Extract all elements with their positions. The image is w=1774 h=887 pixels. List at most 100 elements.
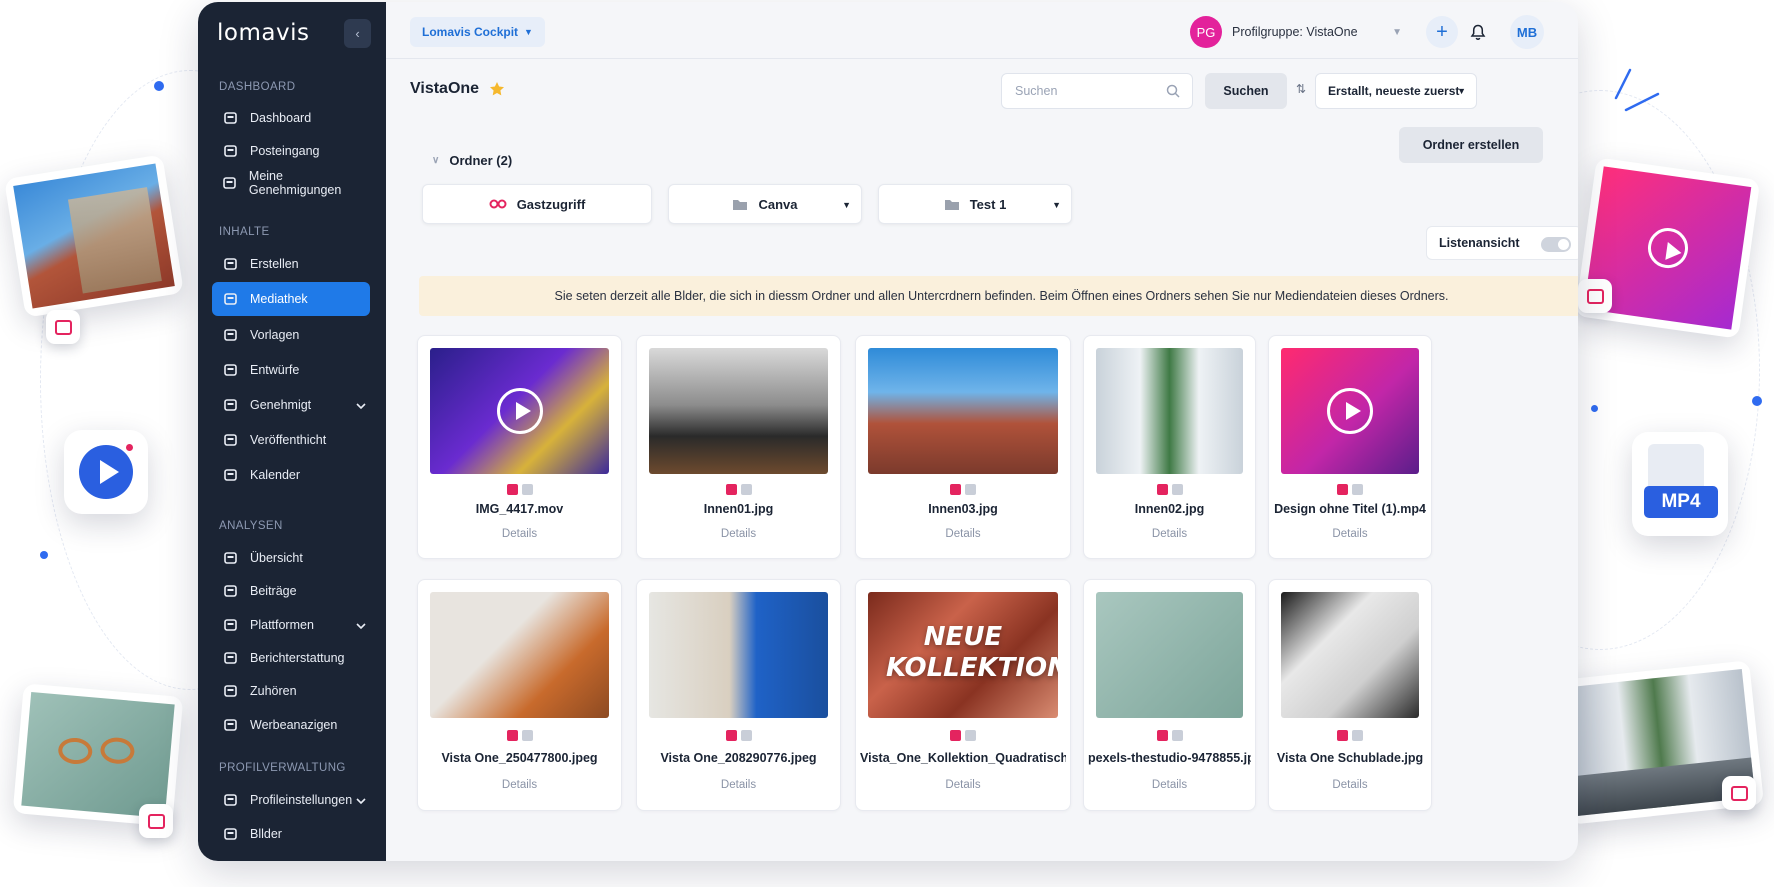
- search-button[interactable]: Suchen: [1205, 73, 1287, 109]
- caret-down-icon[interactable]: ▼: [842, 200, 851, 210]
- media-card[interactable]: Vista One_250477800.jpeg Details: [417, 579, 622, 811]
- play-icon[interactable]: [496, 388, 543, 434]
- image-thumbnail[interactable]: [1281, 592, 1419, 718]
- sidebar-item-meine-genehmigungen[interactable]: Meine Genehmigungen: [212, 166, 370, 200]
- play-icon[interactable]: [1327, 388, 1373, 434]
- sort-icon[interactable]: ⇅: [1296, 82, 1306, 96]
- profile-group-label: Profilgruppe: VistaOne: [1232, 25, 1358, 39]
- sidebar-item-bllder[interactable]: Bllder: [212, 817, 370, 851]
- search-input[interactable]: Suchen: [1001, 73, 1193, 109]
- details-link[interactable]: Details: [637, 779, 840, 791]
- sidebar-item-übersicht[interactable]: Übersicht: [212, 541, 370, 575]
- decorative-lines: [1614, 68, 1660, 112]
- profile-group-selector[interactable]: PG Profilgruppe: VistaOne ▼: [1190, 16, 1408, 48]
- media-card[interactable]: NEUE KOLLEKTION Vista_One_Kollektion_Quad…: [855, 579, 1071, 811]
- details-link[interactable]: Details: [1269, 779, 1431, 791]
- video-thumbnail[interactable]: [430, 348, 609, 474]
- details-link[interactable]: Details: [418, 528, 621, 540]
- details-link[interactable]: Details: [1084, 528, 1255, 540]
- floating-mp4-card: MP4: [1632, 432, 1728, 536]
- section-inhalte: INHALTE: [219, 226, 270, 238]
- sidebar-item-genehmigt[interactable]: Genehmigt: [212, 388, 370, 422]
- sidebar-item-entwürfe[interactable]: Entwürfe: [212, 353, 370, 387]
- details-link[interactable]: Details: [418, 779, 621, 791]
- details-link[interactable]: Details: [1269, 528, 1431, 540]
- media-card[interactable]: Vista One_208290776.jpeg Details: [636, 579, 841, 811]
- sidebar-item-posteingang[interactable]: Posteingang: [212, 134, 370, 168]
- toggle-switch[interactable]: [1541, 237, 1571, 252]
- sidebar-item-label: Bllder: [250, 827, 282, 841]
- media-file-name: Innen01.jpg: [703, 502, 774, 516]
- collapse-sidebar-button[interactable]: ‹: [344, 19, 371, 48]
- card-status-icons: [637, 730, 840, 741]
- create-folder-button[interactable]: Ordner erstellen: [1399, 127, 1543, 163]
- link-icon: [489, 199, 507, 209]
- sidebar-item-mediathek[interactable]: Mediathek: [212, 282, 370, 316]
- folder-canva[interactable]: Canva ▼: [668, 184, 862, 224]
- media-card[interactable]: Innen03.jpg Details: [855, 335, 1071, 559]
- image-thumbnail[interactable]: [430, 592, 609, 718]
- sidebar-item-beiträge[interactable]: Beiträge: [212, 574, 370, 608]
- image-thumbnail[interactable]: [649, 592, 828, 718]
- chevron-down-icon: [356, 399, 366, 413]
- notifications-button[interactable]: [1462, 16, 1494, 48]
- star-icon[interactable]: [489, 81, 505, 97]
- app-window: lomavis ‹ DASHBOARD INHALTE ANALYSEN PRO…: [198, 2, 1578, 861]
- details-link[interactable]: Details: [856, 528, 1070, 540]
- sidebar-item-label: Profileinstellungen: [250, 793, 353, 807]
- folder-gastzugriff[interactable]: Gastzugriff: [422, 184, 652, 224]
- sidebar-item-kalender[interactable]: Kalender: [212, 458, 370, 492]
- image-type-icon: [506, 730, 518, 741]
- media-card[interactable]: Innen01.jpg Details: [636, 335, 841, 559]
- sidebar-item-dashboard[interactable]: Dashboard: [212, 101, 370, 135]
- media-file-name: Vista_One_Kollektion_Quadratisch.jpg: [860, 751, 1066, 765]
- image-thumbnail[interactable]: [1096, 348, 1243, 474]
- chevron-down-icon: ▼: [1392, 26, 1402, 38]
- media-card[interactable]: Innen02.jpg Details: [1083, 335, 1256, 559]
- caret-down-icon[interactable]: ▼: [1052, 200, 1061, 210]
- media-card[interactable]: pexels-thestudio-9478855.jpg Details: [1083, 579, 1256, 811]
- sidebar-item-label: Veröffenthicht: [250, 433, 327, 447]
- sidebar-item-werbeanazigen[interactable]: Werbeanazigen: [212, 708, 370, 742]
- mp4-badge: MP4: [1644, 486, 1718, 518]
- image-thumbnail[interactable]: [868, 348, 1058, 474]
- add-button[interactable]: +: [1426, 16, 1458, 48]
- media-file-name: Innen03.jpg: [928, 502, 998, 516]
- user-avatar[interactable]: MB: [1510, 15, 1544, 49]
- folder-test-1[interactable]: Test 1 ▼: [878, 184, 1072, 224]
- image-thumbnail[interactable]: [649, 348, 828, 474]
- folders-header[interactable]: ∨ Ordner (2): [432, 153, 512, 168]
- sidebar-item-vorlagen[interactable]: Vorlagen: [212, 318, 370, 352]
- image-thumbnail[interactable]: [1096, 592, 1243, 718]
- media-card[interactable]: Vista One Schublade.jpg Details: [1268, 579, 1432, 811]
- cockpit-selector[interactable]: Lomavis Cockpit ▼: [410, 17, 545, 47]
- media-card[interactable]: IMG_4417.mov Details: [417, 335, 622, 559]
- channel-icon: [521, 730, 533, 741]
- media-file-name: Vista One Schublade.jpg: [1276, 751, 1424, 765]
- folder-icon: [944, 199, 959, 210]
- dashboard-icon: [222, 110, 238, 126]
- card-status-icons: [1084, 730, 1255, 741]
- details-link[interactable]: Details: [1084, 779, 1255, 791]
- folders-heading: Ordner (2): [449, 153, 513, 168]
- media-card[interactable]: Design ohne Titel (1).mp4 Details: [1268, 335, 1432, 559]
- sidebar-item-profileinstellungen[interactable]: Profileinstellungen: [212, 783, 370, 817]
- section-dashboard: DASHBOARD: [219, 81, 296, 93]
- decorative-dot: [154, 81, 164, 91]
- video-thumbnail[interactable]: [1281, 348, 1419, 474]
- image-thumbnail[interactable]: NEUE KOLLEKTION: [868, 592, 1058, 718]
- reporting-icon: [222, 650, 238, 666]
- sidebar-item-berichterstattung[interactable]: Berichterstattung: [212, 641, 370, 675]
- sidebar-item-zuhören[interactable]: Zuhören: [212, 674, 370, 708]
- info-text: Sie seten derzeit alle Blder, die sich i…: [554, 289, 1449, 303]
- sort-select[interactable]: Erstallt, neueste zuerst ▼: [1315, 73, 1477, 109]
- sidebar-item-plattformen[interactable]: Plattformen: [212, 608, 370, 642]
- sidebar-item-erstellen[interactable]: Erstellen: [212, 247, 370, 281]
- sidebar-item-label: Genehmigt: [250, 398, 312, 412]
- details-link[interactable]: Details: [856, 779, 1070, 791]
- sidebar-item-veröffenthicht[interactable]: Veröffenthicht: [212, 423, 370, 457]
- list-view-toggle[interactable]: Listenansicht: [1426, 226, 1578, 260]
- folder-label: Test 1: [969, 196, 1007, 212]
- details-link[interactable]: Details: [637, 528, 840, 540]
- floating-play-card: [64, 430, 148, 514]
